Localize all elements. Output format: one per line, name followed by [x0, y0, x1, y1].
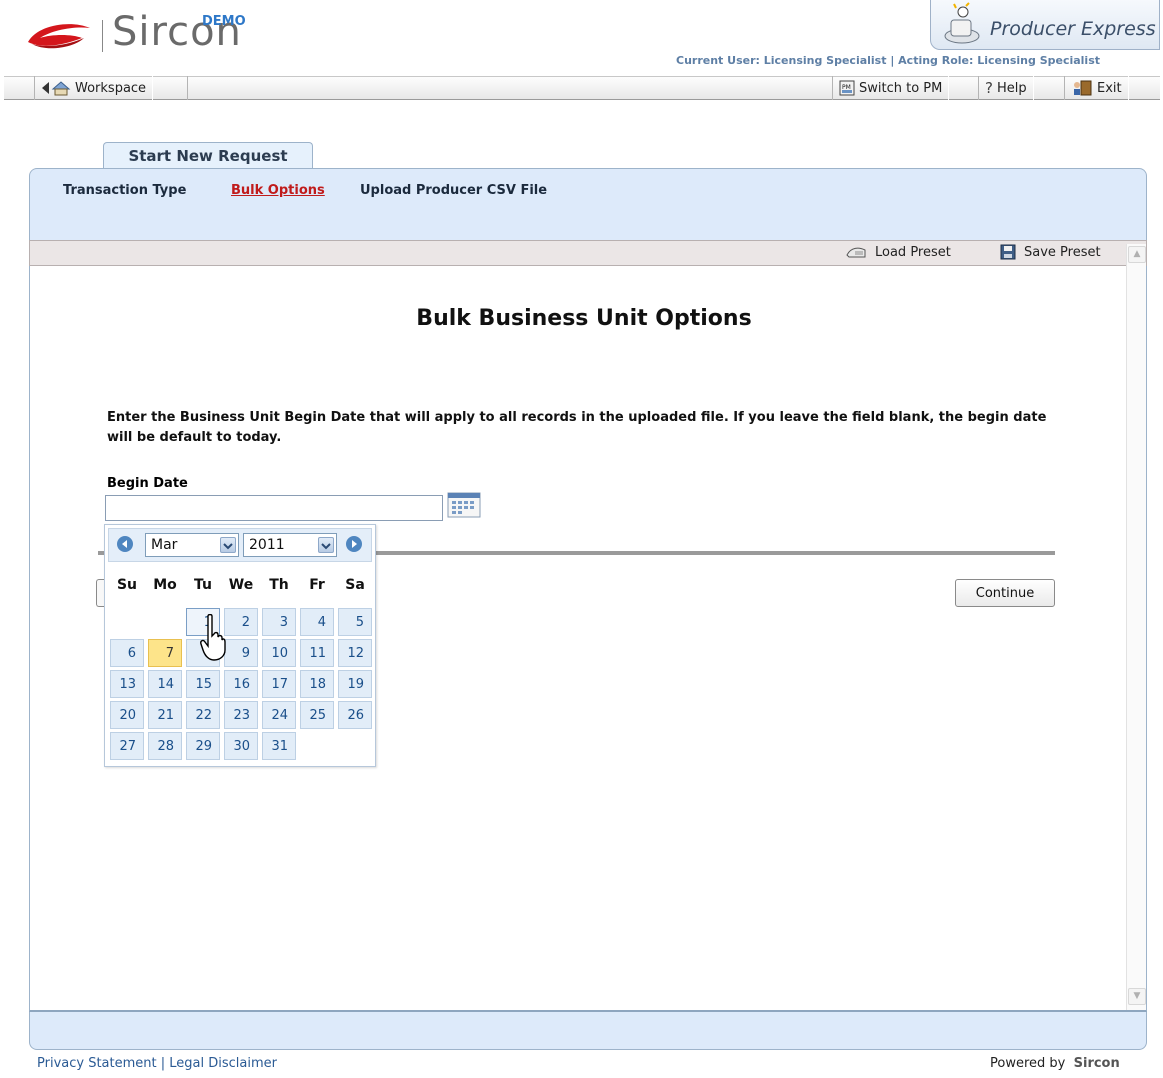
weekday-mo: Mo: [153, 577, 177, 593]
calendar-day-3[interactable]: 3: [262, 608, 296, 636]
footer-panel: [29, 1012, 1147, 1050]
save-preset-label: Save Preset: [1024, 244, 1101, 260]
calendar-day-7[interactable]: 7: [148, 639, 182, 667]
exit-door-icon: [1074, 80, 1092, 96]
calendar-day-20[interactable]: 20: [110, 701, 144, 729]
calendar-day-21[interactable]: 21: [148, 701, 182, 729]
switch-to-pm-button[interactable]: PM Switch to PM: [832, 76, 950, 100]
chevron-down-icon: [220, 537, 236, 553]
calendar-icon[interactable]: [447, 492, 481, 518]
workspace-label: Workspace: [75, 80, 147, 96]
switch-to-pm-label: Switch to PM: [859, 80, 943, 96]
producer-express-icon: [944, 2, 980, 44]
powered-by: Powered by Sircon: [990, 1056, 1120, 1071]
next-month-icon[interactable]: [346, 536, 362, 552]
load-preset-button[interactable]: Load Preset: [845, 242, 951, 262]
calendar-day-5[interactable]: 5: [338, 608, 372, 636]
calendar-day-27[interactable]: 27: [110, 732, 144, 760]
calendar-day-19[interactable]: 19: [338, 670, 372, 698]
scroll-up-icon[interactable]: ▲: [1128, 246, 1146, 263]
calendar-day-25[interactable]: 25: [300, 701, 334, 729]
calendar-day-8[interactable]: 8: [186, 639, 220, 667]
calendar-day-2[interactable]: 2: [224, 608, 258, 636]
calendar-day-18[interactable]: 18: [300, 670, 334, 698]
step-transaction-type[interactable]: Transaction Type: [63, 183, 186, 198]
logo-divider: [102, 20, 103, 52]
step-upload-producer-csv[interactable]: Upload Producer CSV File: [360, 183, 547, 198]
calendar-day-10[interactable]: 10: [262, 639, 296, 667]
load-preset-icon: [846, 247, 866, 258]
calendar-day-30[interactable]: 30: [224, 732, 258, 760]
exit-label: Exit: [1097, 80, 1122, 96]
powered-by-label: Powered by: [990, 1056, 1066, 1071]
calendar-day-16[interactable]: 16: [224, 670, 258, 698]
product-name: Producer Express: [990, 18, 1156, 40]
legal-disclaimer-link[interactable]: Legal Disclaimer: [169, 1056, 277, 1071]
calendar-day-26[interactable]: 26: [338, 701, 372, 729]
save-disk-icon: [1000, 244, 1016, 260]
calendar-day-4[interactable]: 4: [300, 608, 334, 636]
calendar-day-9[interactable]: 9: [224, 639, 258, 667]
year-value: 2011: [249, 537, 285, 553]
page-title: Bulk Business Unit Options: [416, 306, 752, 331]
sircon-logo-icon: [28, 24, 90, 49]
month-select[interactable]: Mar: [145, 533, 239, 557]
weekday-we: We: [228, 577, 254, 593]
powered-by-brand: Sircon: [1073, 1056, 1120, 1071]
month-value: Mar: [151, 537, 178, 553]
weekday-fr: Fr: [309, 577, 325, 593]
tab-start-new-request[interactable]: Start New Request: [103, 142, 313, 170]
calendar-day-23[interactable]: 23: [224, 701, 258, 729]
current-user-info: Current User: Licensing Specialist | Act…: [676, 54, 1101, 67]
demo-badge: DEMO: [202, 14, 246, 29]
continue-button[interactable]: Continue: [955, 579, 1055, 607]
footer-separator: |: [156, 1056, 170, 1071]
weekday-su: Su: [116, 577, 138, 593]
calendar-day-31[interactable]: 31: [262, 732, 296, 760]
load-preset-label: Load Preset: [875, 244, 951, 260]
begin-date-input[interactable]: [105, 495, 443, 521]
step-bulk-options[interactable]: Bulk Options: [231, 183, 325, 198]
weekday-th: Th: [269, 577, 289, 593]
instructions-text: Enter the Business Unit Begin Date that …: [107, 410, 1047, 445]
help-icon: ?: [985, 79, 993, 97]
toolbar-divider: [187, 76, 188, 100]
calendar-day-15[interactable]: 15: [186, 670, 220, 698]
privacy-statement-link[interactable]: Privacy Statement: [37, 1056, 157, 1071]
workspace-button[interactable]: Workspace: [34, 76, 154, 100]
preset-bar: [29, 240, 1147, 266]
save-preset-button[interactable]: Save Preset: [1000, 242, 1101, 262]
begin-date-label: Begin Date: [107, 476, 188, 491]
calendar-day-14[interactable]: 14: [148, 670, 182, 698]
help-button[interactable]: ? Help: [978, 76, 1034, 100]
help-label: Help: [996, 80, 1027, 96]
calendar-day-28[interactable]: 28: [148, 732, 182, 760]
calendar-day-1[interactable]: 1: [186, 608, 220, 636]
scroll-down-icon[interactable]: ▼: [1128, 988, 1146, 1005]
calendar-day-13[interactable]: 13: [110, 670, 144, 698]
home-back-icon: [42, 81, 71, 96]
calendar-day-24[interactable]: 24: [262, 701, 296, 729]
year-select[interactable]: 2011: [243, 533, 337, 557]
calendar-day-22[interactable]: 22: [186, 701, 220, 729]
exit-button[interactable]: Exit: [1064, 76, 1129, 100]
calendar-day-11[interactable]: 11: [300, 639, 334, 667]
footer-links: Privacy Statement | Legal Disclaimer: [37, 1056, 277, 1071]
weekday-sa: Sa: [345, 577, 365, 593]
previous-month-icon[interactable]: [117, 536, 133, 552]
pm-icon: PM: [839, 80, 855, 96]
vertical-scrollbar[interactable]: ▲ ▼: [1126, 244, 1146, 1010]
svg-text:PM: PM: [842, 84, 851, 91]
calendar-day-29[interactable]: 29: [186, 732, 220, 760]
calendar-day-12[interactable]: 12: [338, 639, 372, 667]
chevron-down-icon: [318, 537, 334, 553]
weekday-tu: Tu: [194, 577, 212, 593]
steps-panel: [29, 168, 1147, 241]
calendar-day-6[interactable]: 6: [110, 639, 144, 667]
calendar-day-17[interactable]: 17: [262, 670, 296, 698]
